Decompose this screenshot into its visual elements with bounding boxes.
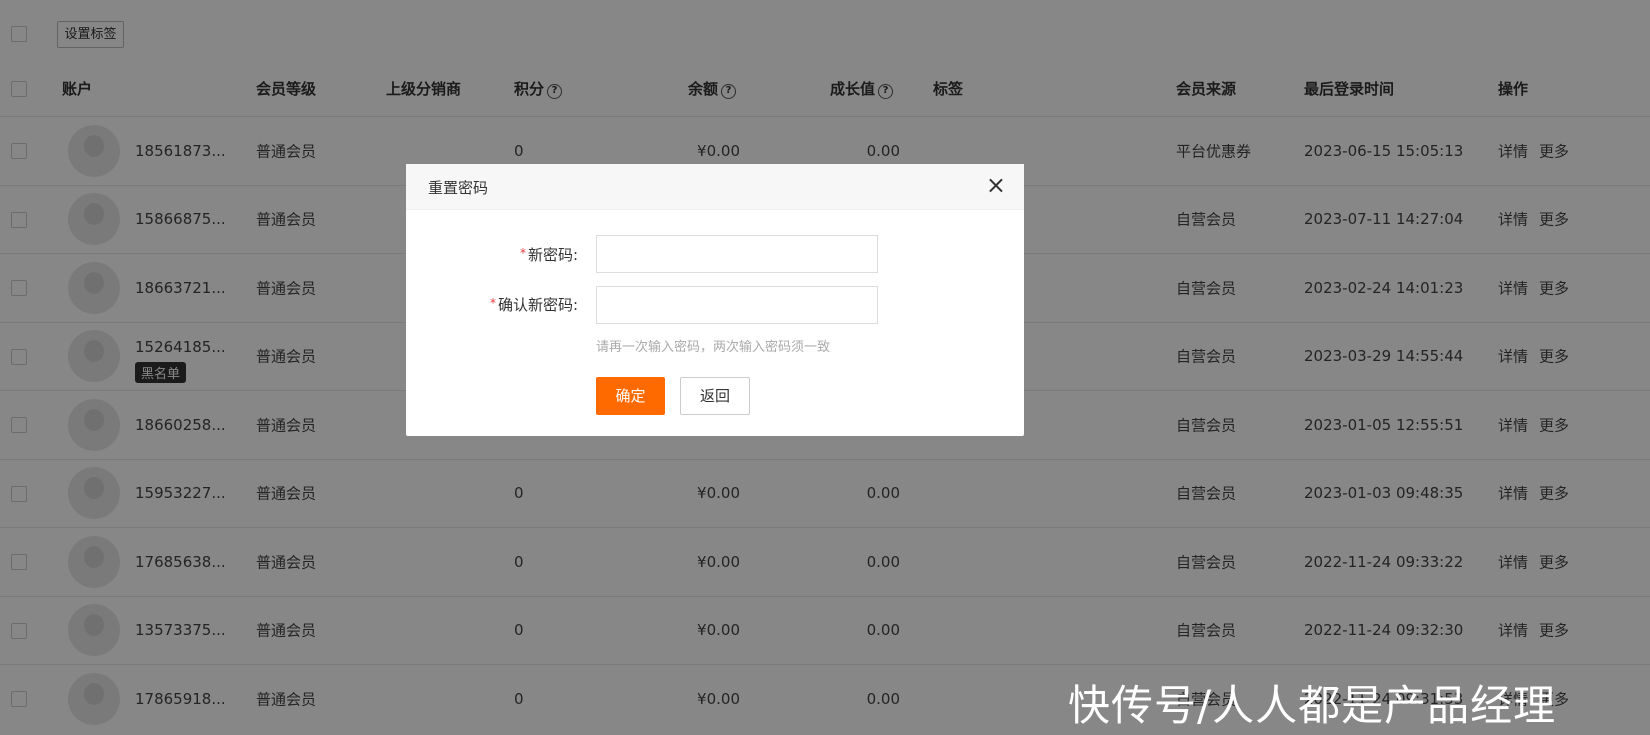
required-mark: *: [519, 246, 526, 260]
close-icon[interactable]: ×: [986, 173, 1006, 197]
new-password-input[interactable]: [596, 235, 878, 273]
confirm-button[interactable]: 确定: [596, 377, 665, 415]
required-mark: *: [489, 296, 496, 310]
new-password-label: * 新密码:: [520, 244, 578, 265]
confirm-password-label: * 确认新密码:: [490, 294, 578, 315]
back-button[interactable]: 返回: [680, 377, 750, 415]
watermark: 快传号/人人都是产品经理: [1068, 681, 1557, 730]
new-password-label-text: 新密码:: [527, 246, 578, 264]
reset-password-dialog: 重置密码 × * 新密码: * 确认新密码: 请再一次输入密码，两次输入密码须一致 …: [406, 164, 1024, 436]
dialog-header: 重置密码 ×: [406, 164, 1024, 210]
dialog-title: 重置密码: [428, 179, 489, 197]
confirm-password-input[interactable]: [596, 286, 878, 324]
confirm-password-label-text: 确认新密码:: [497, 296, 578, 314]
password-hint: 请再一次输入密码，两次输入密码须一致: [596, 340, 831, 355]
